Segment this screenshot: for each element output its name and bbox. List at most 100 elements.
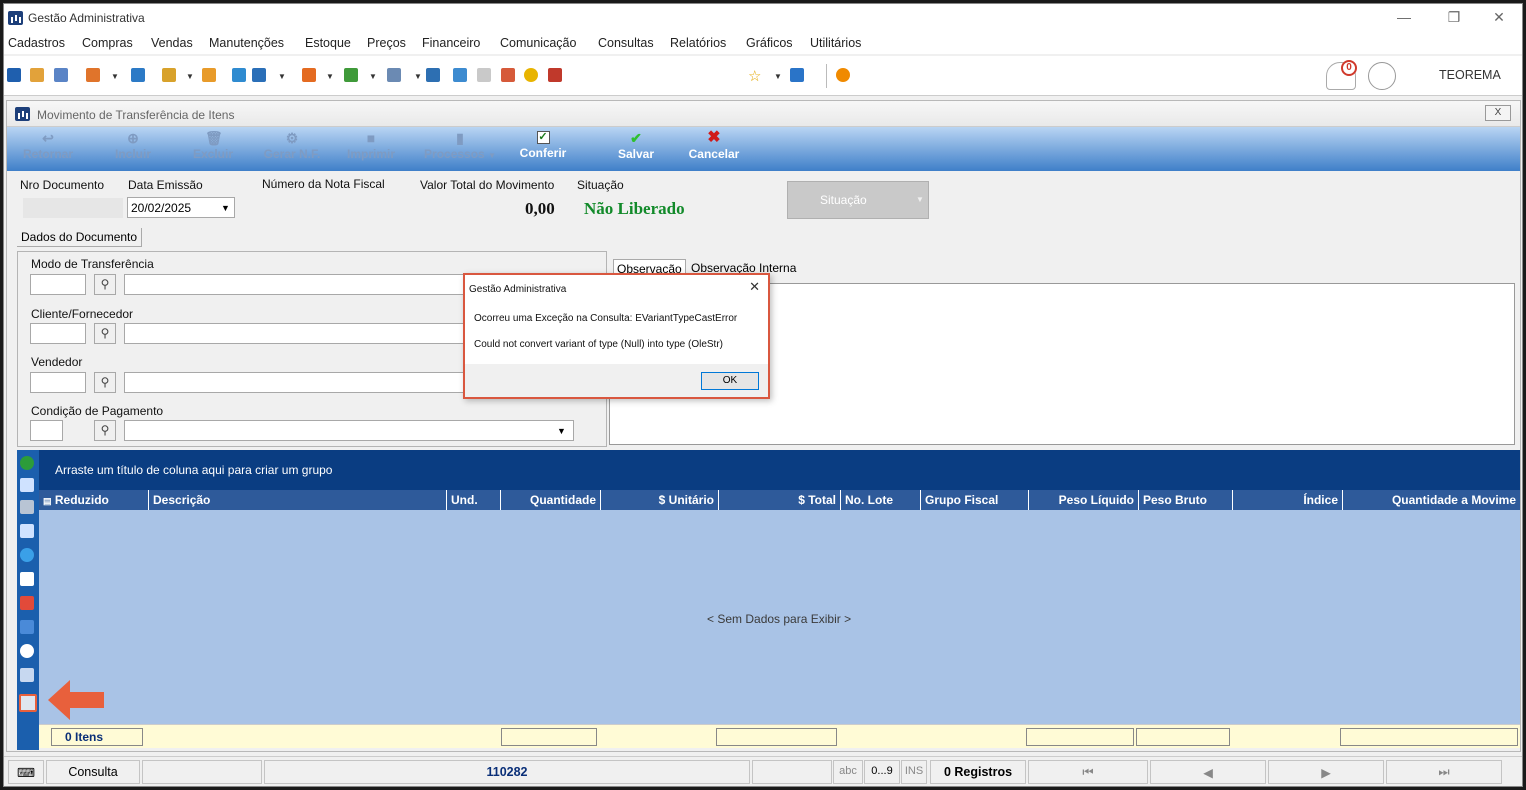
add-row-icon[interactable] [20,456,34,470]
menu-consultas[interactable]: Consultas [598,36,654,50]
toolbar-book-icon[interactable] [7,68,21,82]
dialog-close-button[interactable]: ✕ [749,279,760,295]
toolbar-dropdown-icon[interactable]: ▼ [326,72,334,81]
grid-icon[interactable] [20,668,34,682]
salvar-button[interactable]: ✔ Salvar [611,131,661,161]
vendedor-code[interactable] [30,372,86,393]
toolbar-person-icon[interactable] [202,68,216,82]
delete-row-icon[interactable] [20,500,34,514]
col-quantidade[interactable]: Quantidade [501,490,601,510]
toolbar-dropdown-icon[interactable]: ▼ [278,72,286,81]
toolbar-dropdown-icon[interactable]: ▼ [414,72,422,81]
col-grupo-fiscal[interactable]: Grupo Fiscal [921,490,1029,510]
toolbar-report-icon[interactable] [426,68,440,82]
cliente-code[interactable] [30,323,86,344]
col-unitario[interactable]: $ Unitário [601,490,719,510]
col-und[interactable]: Und. [447,490,501,510]
incluir-button[interactable]: ⊕ Incluir [105,131,161,161]
edit-row-icon[interactable] [20,478,34,492]
data-emissao-field[interactable]: 20/02/2025 ▼ [127,197,235,218]
toolbar-cart-icon[interactable] [252,68,266,82]
menu-comunicacao[interactable]: Comunicação [500,36,576,50]
modo-search-icon[interactable]: ⚲ [94,274,116,295]
retornar-button[interactable]: ↩ Retornar [19,131,77,161]
note-icon[interactable] [20,620,34,634]
col-lote[interactable]: No. Lote [841,490,921,510]
toolbar-finance-icon[interactable] [302,68,316,82]
info-icon[interactable] [20,548,34,562]
cliente-search-icon[interactable]: ⚲ [94,323,116,344]
toolbar-schedule-icon[interactable] [501,68,515,82]
column-chooser-icon[interactable]: ▤ [43,496,52,506]
col-reduzido[interactable]: ▤ Reduzido [39,490,149,510]
toolbar-calendar-icon[interactable] [477,68,491,82]
toolbar-window-icon[interactable] [790,68,804,82]
chart-icon[interactable] [20,644,34,658]
minimize-button[interactable]: — [1384,6,1424,30]
tab-dados-documento[interactable]: Dados do Documento [17,228,143,247]
date-dropdown-icon[interactable]: ▼ [221,203,230,213]
situacao-button[interactable]: Situação ▼ [787,181,929,219]
toolbar-box-icon[interactable] [162,68,176,82]
condicao-select[interactable]: ▼ [124,420,574,441]
col-peso-bruto[interactable]: Peso Bruto [1139,490,1233,510]
excluir-button[interactable]: 🗑 Excluir [185,131,241,161]
last-record-button[interactable]: ⏭ [1386,760,1502,784]
col-total[interactable]: $ Total [719,490,841,510]
toolbar-users-icon[interactable] [30,68,44,82]
modo-transferencia-code[interactable] [30,274,86,295]
imprimir-button[interactable]: ■ Imprimir [340,131,402,161]
processos-button[interactable]: ▮ Processos ▼ [414,131,506,161]
condicao-dropdown-icon[interactable]: ▼ [557,426,566,436]
col-quantidade-movimentar[interactable]: Quantidade a Movime [1343,490,1520,510]
toolbar-list-icon[interactable] [86,68,100,82]
menu-compras[interactable]: Compras [82,36,133,50]
ok-button[interactable]: OK [701,372,759,390]
nro-documento-field[interactable] [23,198,123,218]
toolbar-printer-icon[interactable] [387,68,401,82]
menu-manutencoes[interactable]: Manutenções [209,36,284,50]
menu-graficos[interactable]: Gráficos [746,36,793,50]
toolbar-doc-icon[interactable] [131,68,145,82]
next-record-button[interactable]: ▶ [1268,760,1384,784]
toolbar-star-icon[interactable]: ☆ [748,67,761,85]
conferir-button[interactable]: ✓ Conferir [514,131,572,160]
new-doc-icon[interactable] [20,572,34,586]
toolbar-calculator-icon[interactable] [453,68,467,82]
col-descricao[interactable]: Descrição [149,490,447,510]
toolbar-card-icon[interactable] [54,68,68,82]
col-peso-liquido[interactable]: Peso Líquido [1029,490,1139,510]
toolbar-clock-icon[interactable] [524,68,538,82]
toolbar-money-icon[interactable] [344,68,358,82]
toolbar-dropdown-icon[interactable]: ▼ [369,72,377,81]
menu-financeiro[interactable]: Financeiro [422,36,480,50]
toolbar-dropdown-icon[interactable]: ▼ [186,72,194,81]
toolbar-chart-icon[interactable] [548,68,562,82]
menu-precos[interactable]: Preços [367,36,406,50]
user-avatar-icon[interactable] [1368,62,1396,90]
menu-utilitarios[interactable]: Utilitários [810,36,861,50]
edit-list-icon[interactable] [20,524,34,538]
vendedor-search-icon[interactable]: ⚲ [94,372,116,393]
prev-record-button[interactable]: ◀ [1150,760,1266,784]
toolbar-dropdown-icon[interactable]: ▼ [111,72,119,81]
menu-estoque[interactable]: Estoque [305,36,351,50]
menu-relatorios[interactable]: Relatórios [670,36,726,50]
condicao-code[interactable] [30,420,63,441]
condicao-search-icon[interactable]: ⚲ [94,420,116,441]
menu-cadastros[interactable]: Cadastros [8,36,65,50]
close-window-button[interactable]: ✕ [1479,6,1519,30]
toolbar-price-icon[interactable] [232,68,246,82]
child-close-button[interactable]: X [1485,105,1511,121]
grid-body[interactable]: < Sem Dados para Exibir > [39,510,1520,724]
menu-vendas[interactable]: Vendas [151,36,193,50]
gerar-nf-button[interactable]: ⚙ Gerar N.F. [259,131,325,161]
pen-icon[interactable] [19,694,37,712]
book-icon[interactable] [20,596,34,610]
col-indice[interactable]: Índice [1233,490,1343,510]
maximize-button[interactable]: ❐ [1434,6,1474,30]
cancelar-button[interactable]: ✖ Cancelar [683,130,745,162]
first-record-button[interactable]: ⏮ [1028,760,1148,784]
toolbar-dropdown-icon[interactable]: ▼ [774,72,782,81]
toolbar-power-icon[interactable] [836,68,850,82]
